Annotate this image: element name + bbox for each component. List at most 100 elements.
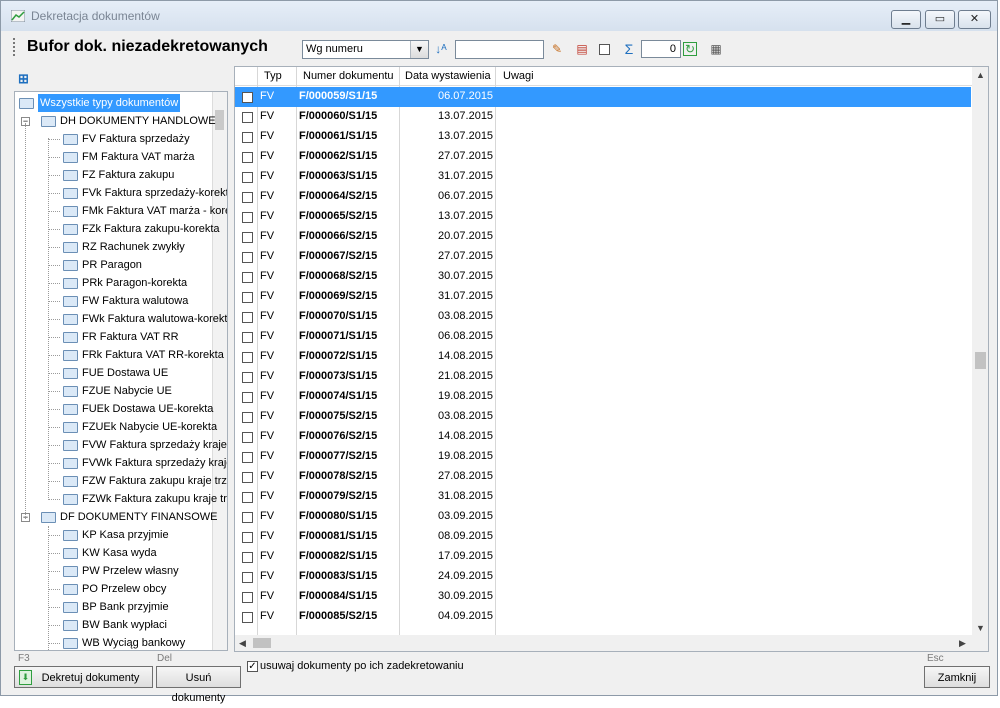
table-row[interactable]: FV F/000066/S2/15 20.07.2015 (235, 227, 971, 247)
row-checkbox[interactable] (242, 172, 253, 183)
remove-after-label: usuwaj dokumenty po ich zadekretowaniu (260, 660, 464, 672)
remove-after-checkbox[interactable]: ✓ (247, 661, 258, 672)
row-checkbox[interactable] (242, 392, 253, 403)
row-checkbox[interactable] (242, 532, 253, 543)
maximize-button[interactable]: ▭ (925, 10, 955, 29)
table-row[interactable]: FV F/000069/S2/15 31.07.2015 (235, 287, 971, 307)
table-row[interactable]: FV F/000065/S2/15 13.07.2015 (235, 207, 971, 227)
tree-item-label: RZ Rachunek zwykły (82, 241, 185, 253)
minimize-button[interactable]: ▁ (891, 10, 921, 29)
row-checkbox[interactable] (242, 112, 253, 123)
grid-horizontal-scrollbar[interactable]: ◀ ▶ (235, 635, 988, 651)
table-row[interactable]: FV F/000067/S2/15 27.07.2015 (235, 247, 971, 267)
row-checkbox[interactable] (242, 472, 253, 483)
row-checkbox[interactable] (242, 592, 253, 603)
grid-horizontal-thumb[interactable] (253, 638, 271, 648)
table-row[interactable]: FV F/000076/S2/15 14.08.2015 (235, 427, 971, 447)
row-checkbox[interactable] (242, 492, 253, 503)
search-input[interactable] (455, 40, 544, 59)
row-checkbox[interactable] (242, 552, 253, 563)
row-checkbox[interactable] (242, 452, 253, 463)
cell-typ: FV (260, 570, 275, 582)
sum-icon[interactable]: Σ (621, 41, 637, 57)
scroll-right-icon[interactable]: ▶ (959, 638, 966, 649)
column-header-numer[interactable]: Numer dokumentu (303, 70, 394, 82)
close-button[interactable]: Zamknij (924, 666, 990, 688)
table-row[interactable]: FV F/000062/S1/15 27.07.2015 (235, 147, 971, 167)
row-checkbox[interactable] (242, 372, 253, 383)
table-row[interactable]: FV F/000061/S1/15 13.07.2015 (235, 127, 971, 147)
close-window-button[interactable]: ✕ (958, 10, 991, 29)
scroll-up-icon[interactable]: ▲ (976, 70, 985, 80)
table-row[interactable]: FV F/000077/S2/15 19.08.2015 (235, 447, 971, 467)
scroll-down-icon[interactable]: ▼ (976, 623, 985, 633)
row-checkbox[interactable] (242, 572, 253, 583)
documents-grid[interactable]: Typ Numer dokumentu Data wystawienia Uwa… (234, 66, 989, 652)
table-row[interactable]: FV F/000074/S1/15 19.08.2015 (235, 387, 971, 407)
tree-item-label: FZW Faktura zakupu kraje trzecie (82, 475, 227, 487)
add-node-icon[interactable]: ⊞ (18, 71, 34, 87)
row-checkbox[interactable] (242, 272, 253, 283)
delete-documents-button[interactable]: Usuń dokumenty (156, 666, 241, 704)
table-row[interactable]: FV F/000070/S1/15 03.08.2015 (235, 307, 971, 327)
grid-vertical-thumb[interactable] (975, 352, 986, 369)
sort-select[interactable]: Wg numeru ▼ (302, 40, 429, 59)
columns-config-icon[interactable]: ▦ (708, 41, 724, 57)
cell-numer: F/000070/S1/15 (299, 310, 378, 322)
row-checkbox[interactable] (242, 212, 253, 223)
table-row[interactable]: FV F/000063/S1/15 31.07.2015 (235, 167, 971, 187)
table-row[interactable]: FV F/000059/S1/15 06.07.2015 (235, 87, 971, 107)
row-checkbox[interactable] (242, 612, 253, 623)
filter-edit-icon[interactable]: ✎ (549, 41, 565, 57)
refresh-icon[interactable]: ↻ (683, 42, 697, 56)
row-checkbox[interactable] (242, 92, 253, 103)
table-row[interactable]: FV F/000060/S1/15 13.07.2015 (235, 107, 971, 127)
row-checkbox[interactable] (242, 132, 253, 143)
table-row[interactable]: FV F/000079/S2/15 31.08.2015 (235, 487, 971, 507)
tree-connector (48, 229, 60, 230)
tree-connector (48, 535, 60, 536)
table-row[interactable]: FV F/000075/S2/15 03.08.2015 (235, 407, 971, 427)
column-header-typ[interactable]: Typ (264, 70, 282, 82)
decree-documents-button[interactable]: ⬇ Dekretuj dokumenty (14, 666, 153, 688)
column-header-data[interactable]: Data wystawienia (405, 70, 491, 82)
row-checkbox[interactable] (242, 152, 253, 163)
tree-connector (48, 499, 60, 500)
row-checkbox[interactable] (242, 512, 253, 523)
tree-scrollbar[interactable] (212, 92, 227, 650)
scroll-left-icon[interactable]: ◀ (239, 638, 246, 649)
tree-scroll-thumb[interactable] (215, 110, 224, 130)
folder-icon (63, 458, 78, 469)
grid-vertical-scrollbar[interactable]: ▲ ▼ (972, 67, 988, 637)
table-row[interactable]: FV F/000073/S1/15 21.08.2015 (235, 367, 971, 387)
row-checkbox[interactable] (242, 252, 253, 263)
row-checkbox[interactable] (242, 412, 253, 423)
table-row[interactable]: FV F/000078/S2/15 27.08.2015 (235, 467, 971, 487)
row-checkbox[interactable] (242, 192, 253, 203)
table-row[interactable]: FV F/000085/S2/15 04.09.2015 (235, 607, 971, 627)
table-row[interactable]: FV F/000071/S1/15 06.08.2015 (235, 327, 971, 347)
row-checkbox[interactable] (242, 292, 253, 303)
row-checkbox[interactable] (242, 312, 253, 323)
column-header-uwagi[interactable]: Uwagi (503, 70, 534, 82)
filter-checkbox[interactable] (599, 44, 610, 55)
table-row[interactable]: FV F/000084/S1/15 30.09.2015 (235, 587, 971, 607)
table-row[interactable]: FV F/000068/S2/15 30.07.2015 (235, 267, 971, 287)
table-row[interactable]: FV F/000080/S1/15 03.09.2015 (235, 507, 971, 527)
table-row[interactable]: FV F/000081/S1/15 08.09.2015 (235, 527, 971, 547)
row-checkbox[interactable] (242, 352, 253, 363)
chevron-down-icon[interactable]: ▼ (410, 41, 428, 58)
tree-item-label: FW Faktura walutowa (82, 295, 189, 307)
count-field[interactable]: 0 (641, 40, 681, 58)
table-row[interactable]: FV F/000083/S1/15 24.09.2015 (235, 567, 971, 587)
sort-az-icon[interactable]: ↓ᴬ (433, 41, 449, 57)
clear-filter-icon[interactable]: ▤ (574, 41, 590, 57)
table-row[interactable]: FV F/000064/S2/15 06.07.2015 (235, 187, 971, 207)
table-row[interactable]: FV F/000082/S1/15 17.09.2015 (235, 547, 971, 567)
row-checkbox[interactable] (242, 332, 253, 343)
document-type-tree[interactable]: Wszystkie typy dokumentów − DH DOKUMENTY H… (14, 91, 228, 651)
row-checkbox[interactable] (242, 432, 253, 443)
table-row[interactable]: FV F/000072/S1/15 14.08.2015 (235, 347, 971, 367)
row-checkbox[interactable] (242, 232, 253, 243)
folder-icon (63, 278, 78, 289)
